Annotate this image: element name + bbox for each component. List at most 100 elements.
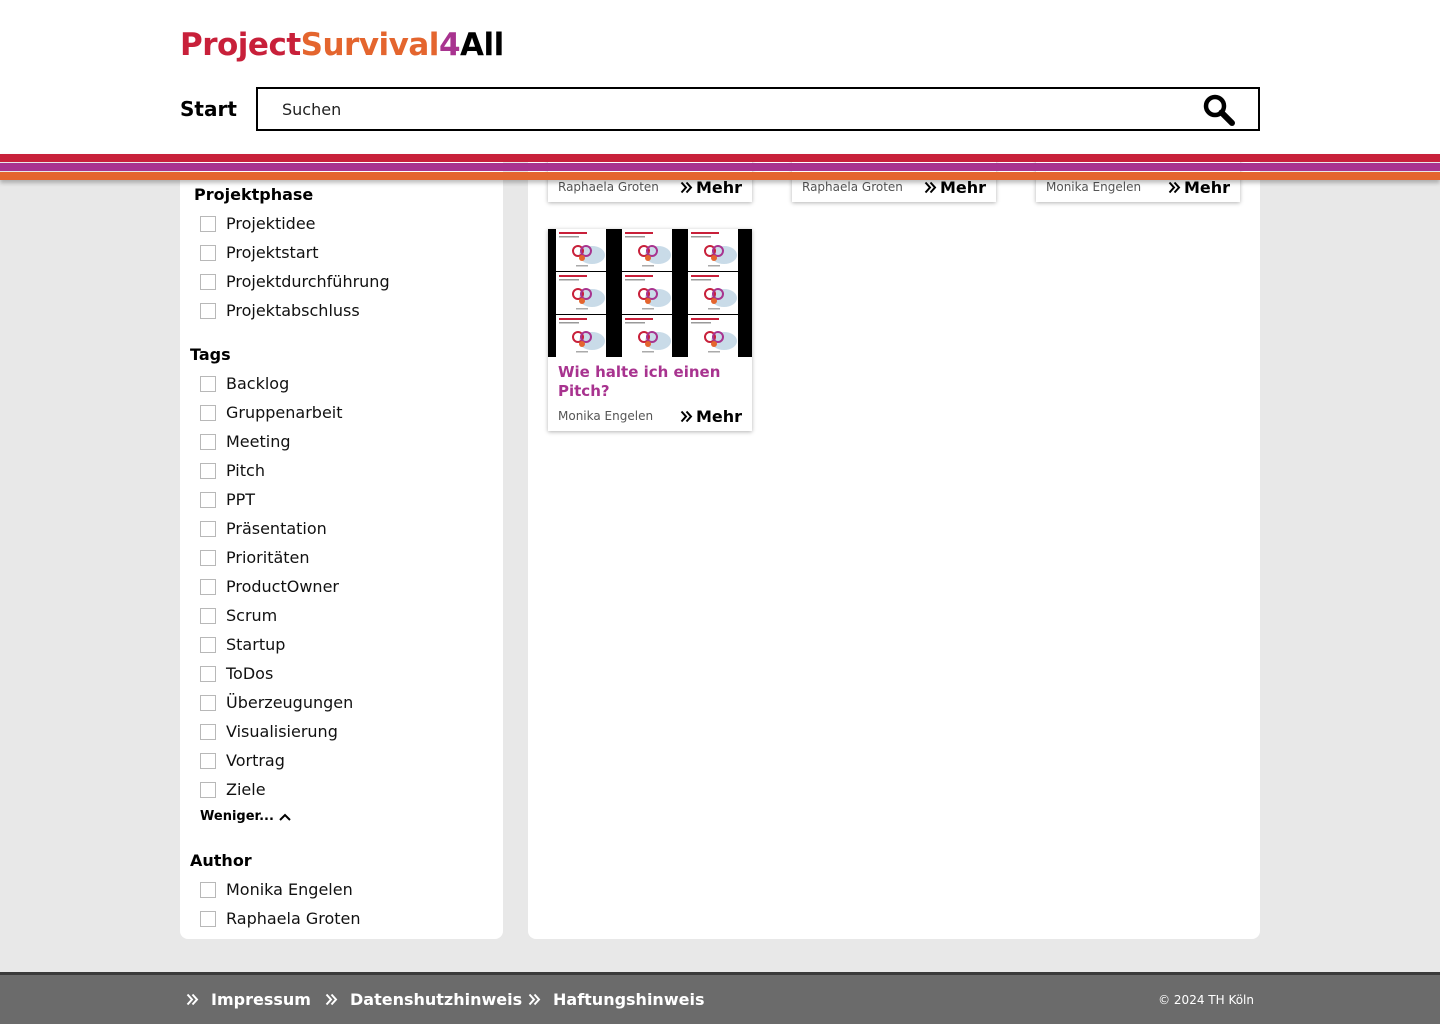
filter-prioritaeten[interactable]: Prioritäten xyxy=(200,547,310,569)
checkbox[interactable] xyxy=(200,666,216,682)
filter-gruppenarbeit[interactable]: Gruppenarbeit xyxy=(200,402,343,424)
filter-projektdurchfuehrung[interactable]: Projektdurchführung xyxy=(200,271,390,293)
footer-link-datenschutz[interactable]: Datenshutzhinweis xyxy=(325,990,522,1009)
more-label: Mehr xyxy=(939,177,986,197)
filter-label: Pitch xyxy=(226,461,265,480)
filter-label: ToDos xyxy=(226,664,274,683)
filter-label: Raphaela Groten xyxy=(226,909,361,928)
logo-part-project: Project xyxy=(180,27,301,63)
stripe-orange xyxy=(0,172,1440,180)
result-card-pitch[interactable]: Wie halte ich einen Pitch? Monika Engele… xyxy=(548,229,752,431)
double-chevron-right-icon xyxy=(680,410,693,422)
filter-label: Projektdurchführung xyxy=(226,272,390,291)
filter-projektstart[interactable]: Projektstart xyxy=(200,242,318,264)
filter-startup[interactable]: Startup xyxy=(200,634,285,656)
filter-projektabschluss[interactable]: Projektabschluss xyxy=(200,300,360,322)
checkbox[interactable] xyxy=(200,911,216,927)
checkbox[interactable] xyxy=(200,216,216,232)
double-chevron-right-icon xyxy=(924,181,937,193)
filter-backlog[interactable]: Backlog xyxy=(200,373,289,395)
card-author: Raphaela Groten xyxy=(802,180,903,194)
filter-ueberzeugungen[interactable]: Überzeugungen xyxy=(200,692,353,714)
more-link[interactable]: Mehr xyxy=(680,178,742,197)
checkbox[interactable] xyxy=(200,245,216,261)
card-author: Raphaela Groten xyxy=(558,180,659,194)
results-panel: Raphaela Groten Mehr Raphaela Groten Meh… xyxy=(528,150,1260,939)
filter-vortrag[interactable]: Vortrag xyxy=(200,750,285,772)
filter-projektidee[interactable]: Projektidee xyxy=(200,213,316,235)
card-thumbnail xyxy=(548,229,752,357)
checkbox[interactable] xyxy=(200,724,216,740)
double-chevron-right-icon xyxy=(325,993,338,1006)
checkbox[interactable] xyxy=(200,376,216,392)
more-label: Mehr xyxy=(1183,177,1230,197)
filter-ppt[interactable]: PPT xyxy=(200,489,255,511)
filter-pitch[interactable]: Pitch xyxy=(200,460,265,482)
filter-label: Visualisierung xyxy=(226,722,338,741)
more-link[interactable]: Mehr xyxy=(1168,178,1230,197)
filter-label: Projektstart xyxy=(226,243,319,262)
filter-monika-engelen[interactable]: Monika Engelen xyxy=(200,879,353,901)
checkbox[interactable] xyxy=(200,882,216,898)
double-chevron-right-icon xyxy=(528,993,541,1006)
filter-todos[interactable]: ToDos xyxy=(200,663,273,685)
filter-label: Ziele xyxy=(226,780,266,799)
filter-ziele[interactable]: Ziele xyxy=(200,779,266,801)
logo-part-all: All xyxy=(460,27,504,63)
show-less-toggle[interactable]: Weniger... xyxy=(200,809,292,824)
checkbox[interactable] xyxy=(200,463,216,479)
checkbox[interactable] xyxy=(200,550,216,566)
filter-praesentation[interactable]: Präsentation xyxy=(200,518,327,540)
filter-visualisierung[interactable]: Visualisierung xyxy=(200,721,338,743)
checkbox[interactable] xyxy=(200,608,216,624)
filter-meeting[interactable]: Meeting xyxy=(200,431,291,453)
filter-label: Prioritäten xyxy=(226,548,310,567)
filter-label: Gruppenarbeit xyxy=(226,403,343,422)
facet-title-author: Author xyxy=(190,851,252,870)
filter-raphaela-groten[interactable]: Raphaela Groten xyxy=(200,908,361,930)
filter-label: Präsentation xyxy=(226,519,327,538)
slide-grid-thumbnail xyxy=(548,229,752,357)
filter-label: Projektidee xyxy=(226,214,316,233)
site-logo[interactable]: ProjectSurvival4All xyxy=(180,26,504,64)
checkbox[interactable] xyxy=(200,521,216,537)
chevron-up-icon xyxy=(279,813,291,821)
more-label: Mehr xyxy=(695,177,742,197)
stripe-purple xyxy=(0,163,1440,171)
filter-label: Überzeugungen xyxy=(226,693,354,712)
filter-productowner[interactable]: ProductOwner xyxy=(200,576,339,598)
checkbox[interactable] xyxy=(200,492,216,508)
checkbox[interactable] xyxy=(200,303,216,319)
more-link[interactable]: Mehr xyxy=(680,407,742,426)
search-box xyxy=(256,87,1260,131)
start-link[interactable]: Start xyxy=(180,96,237,122)
filter-label: Vortrag xyxy=(226,751,285,770)
checkbox[interactable] xyxy=(200,753,216,769)
footer-link-haftung[interactable]: Haftungshinweis xyxy=(528,990,704,1009)
checkbox[interactable] xyxy=(200,695,216,711)
facet-title-tags: Tags xyxy=(190,345,231,364)
footer-link-label: Haftungshinweis xyxy=(553,990,705,1009)
double-chevron-right-icon xyxy=(1168,181,1181,193)
checkbox[interactable] xyxy=(200,579,216,595)
footer-link-impressum[interactable]: Impressum xyxy=(186,990,311,1009)
checkbox[interactable] xyxy=(200,782,216,798)
filter-label: PPT xyxy=(226,490,256,509)
double-chevron-right-icon xyxy=(186,993,199,1006)
search-button[interactable] xyxy=(1202,94,1236,126)
search-input[interactable] xyxy=(282,98,1182,120)
double-chevron-right-icon xyxy=(680,181,693,193)
card-title[interactable]: Wie halte ich einen Pitch? xyxy=(558,363,742,401)
card-meta: Raphaela Groten Mehr xyxy=(558,177,742,197)
logo-part-4: 4 xyxy=(438,27,461,63)
checkbox[interactable] xyxy=(200,637,216,653)
filter-sidebar: Projektphase Projektidee Projektstart Pr… xyxy=(180,150,503,939)
filter-label: Backlog xyxy=(226,374,290,393)
more-link[interactable]: Mehr xyxy=(924,178,986,197)
checkbox[interactable] xyxy=(200,434,216,450)
checkbox[interactable] xyxy=(200,274,216,290)
card-meta: Monika Engelen Mehr xyxy=(558,406,742,426)
logo-part-survival: Survival xyxy=(300,27,440,63)
checkbox[interactable] xyxy=(200,405,216,421)
filter-scrum[interactable]: Scrum xyxy=(200,605,277,627)
